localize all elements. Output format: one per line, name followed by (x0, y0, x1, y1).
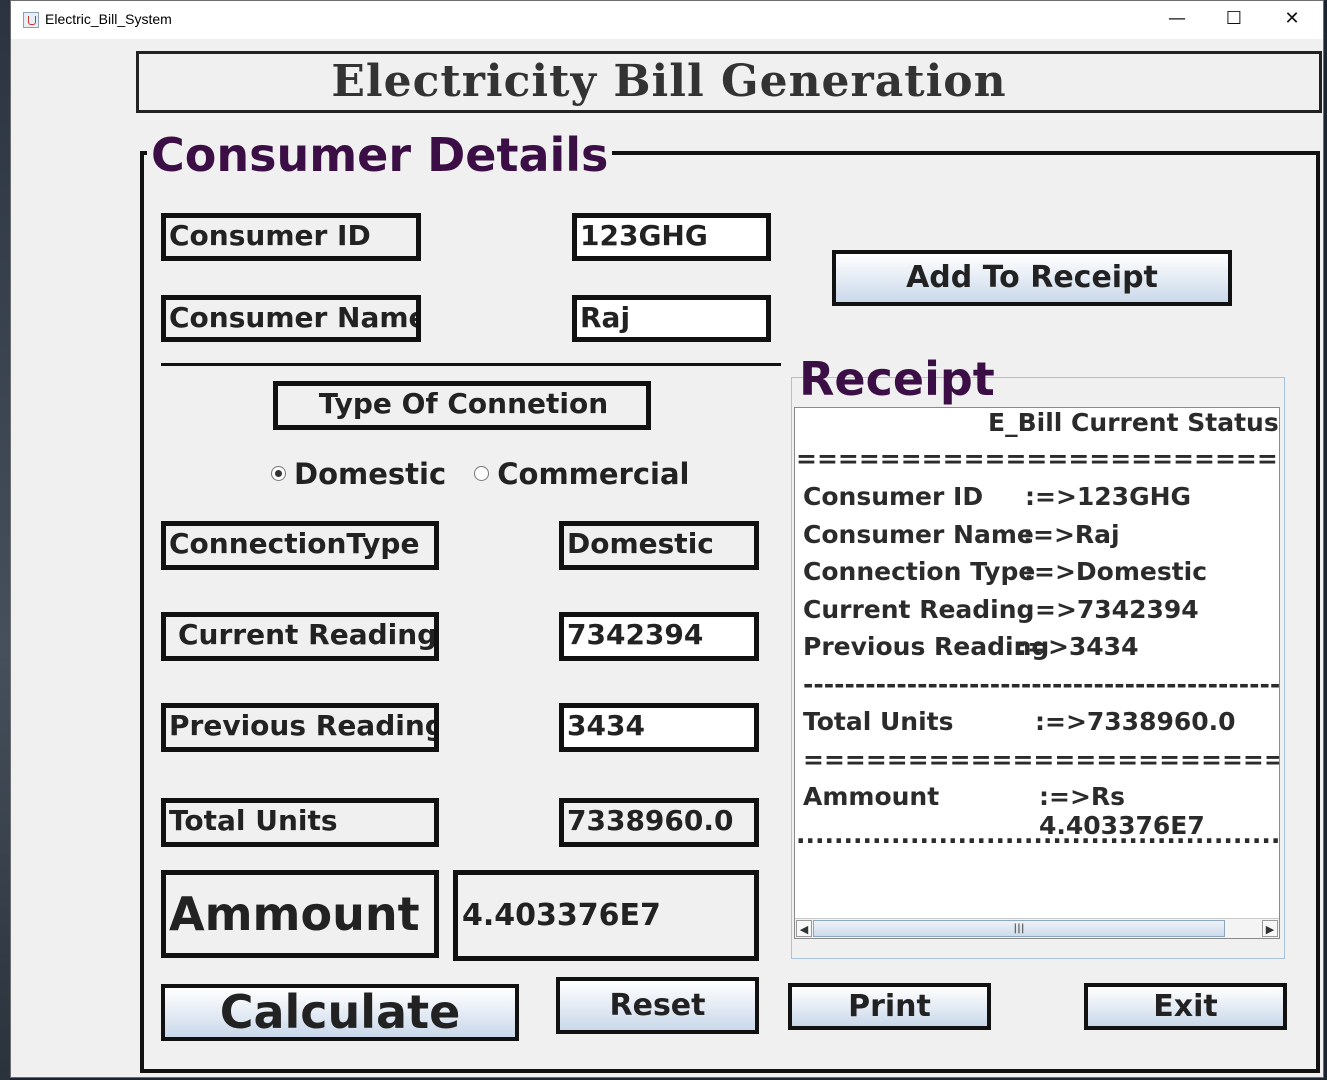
receipt-separator: ----------------------------------------… (803, 670, 1280, 699)
consumer-details-legend: Consumer Details (147, 127, 613, 183)
add-to-receipt-button[interactable]: Add To Receipt (832, 250, 1232, 306)
java-app-icon (23, 12, 39, 28)
receipt-text-area[interactable]: E_Bill Current Status ==================… (794, 407, 1280, 939)
receipt-status-header: E_Bill Current Status (988, 408, 1279, 437)
receipt-value: :=>7342394 (1025, 595, 1199, 624)
receipt-key: Connection Type (803, 557, 1036, 586)
radio-commercial[interactable]: Commercial (474, 457, 690, 491)
receipt-value: :=>7338960.0 (1035, 707, 1236, 736)
close-button[interactable]: ✕ (1263, 1, 1321, 39)
radio-domestic[interactable]: Domestic (271, 457, 446, 491)
scroll-right-icon[interactable]: ▶ (1262, 920, 1278, 937)
maximize-button[interactable]: ☐ (1205, 1, 1263, 39)
connection-type-group-label: Type Of Connetion (273, 381, 651, 430)
window-title: Electric_Bill_System (45, 11, 172, 27)
app-window: Electric_Bill_System — ☐ ✕ Electricity B… (10, 0, 1324, 1078)
consumer-id-field[interactable]: 123GHG (572, 213, 771, 261)
radio-domestic-label: Domestic (294, 457, 447, 491)
radio-unselected-icon (474, 465, 490, 481)
previous-reading-label: Previous Reading (161, 703, 439, 752)
receipt-key: Ammount (803, 782, 940, 811)
previous-reading-field[interactable]: 3434 (559, 703, 759, 752)
receipt-separator: =========================== (803, 745, 1280, 774)
connection-type-value: Domestic (559, 521, 759, 570)
page-heading: Electricity Bill Generation (136, 51, 1322, 113)
receipt-value: :=>123GHG (1025, 482, 1192, 511)
horizontal-scrollbar[interactable]: ◀ ||| ▶ (795, 918, 1279, 938)
receipt-separator: ........................................… (796, 820, 1280, 849)
receipt-value: :=>3434 (1017, 632, 1139, 661)
scroll-left-icon[interactable]: ◀ (796, 920, 812, 937)
radio-selected-icon (271, 465, 286, 481)
receipt-key: Consumer ID (803, 482, 984, 511)
calculate-button[interactable]: Calculate (161, 984, 519, 1041)
current-reading-field[interactable]: 7342394 (559, 612, 759, 661)
receipt-value: :=>Domestic (1024, 557, 1208, 586)
print-button[interactable]: Print (788, 983, 991, 1030)
connection-type-label: ConnectionType (161, 521, 439, 570)
connection-type-radio-group: Domestic Commercial (271, 457, 690, 497)
desktop-background (0, 0, 10, 1080)
receipt-key: Previous Reading (803, 632, 1050, 661)
reset-button[interactable]: Reset (556, 977, 759, 1034)
total-units-label: Total Units (161, 798, 439, 847)
receipt-separator: ============================ (796, 444, 1279, 473)
total-units-value: 7338960.0 (559, 798, 759, 847)
receipt-title: Receipt (799, 352, 995, 406)
consumer-name-field[interactable]: Raj (572, 295, 771, 342)
receipt-key: Total Units (803, 707, 954, 736)
consumer-name-label: Consumer Name (161, 295, 421, 342)
minimize-button[interactable]: — (1148, 1, 1206, 39)
divider (161, 363, 781, 366)
radio-commercial-label: Commercial (497, 457, 690, 491)
amount-label: Ammount (161, 870, 439, 958)
current-reading-label: Current Reading (161, 612, 439, 661)
consumer-id-label: Consumer ID (161, 213, 421, 261)
scroll-thumb[interactable]: ||| (813, 920, 1225, 937)
receipt-key: Consumer Name (803, 520, 1034, 549)
receipt-key: Current Reading (803, 595, 1035, 624)
receipt-value: :=>Raj (1023, 520, 1120, 549)
title-bar[interactable]: Electric_Bill_System — ☐ ✕ (11, 1, 1323, 39)
amount-value: 4.403376E7 (453, 870, 759, 961)
exit-button[interactable]: Exit (1084, 983, 1287, 1030)
